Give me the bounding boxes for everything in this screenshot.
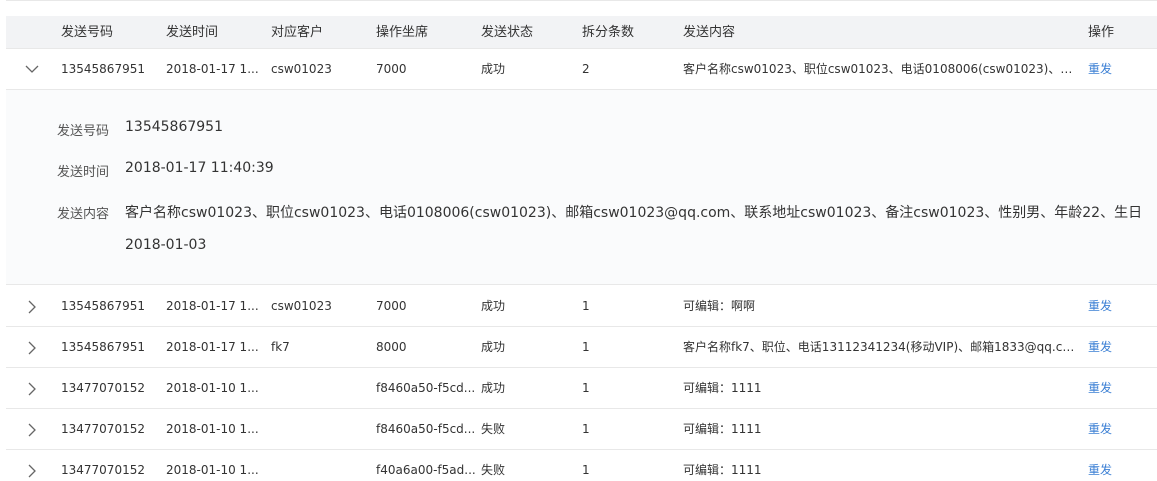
cell-agent: f8460a50-f5cd... bbox=[376, 422, 476, 436]
cell-time: 2018-01-17 1... bbox=[166, 62, 259, 76]
detail-content-line1: 客户名称csw01023、职位csw01023、电话0108006(csw010… bbox=[125, 205, 1143, 221]
cell-status: 成功 bbox=[481, 299, 506, 313]
detail-content-line2: 2018-01-03 bbox=[125, 237, 207, 253]
cell-phone: 13477070152 bbox=[61, 422, 145, 436]
detail-phone-value: 13545867951 bbox=[125, 119, 223, 135]
cell-phone: 13545867951 bbox=[61, 62, 145, 76]
sms-records-table-rest: 13545867951 2018-01-17 1... csw01023 700… bbox=[6, 286, 1157, 481]
resend-button[interactable]: 重发 bbox=[1088, 49, 1128, 90]
cell-count: 1 bbox=[582, 381, 590, 395]
resend-button[interactable]: 重发 bbox=[1088, 450, 1128, 481]
cell-content: 客户名称fk7、职位、电话13112341234(移动VIP)、邮箱1833@q… bbox=[683, 340, 1078, 354]
table-row[interactable]: 13477070152 2018-01-10 1... f40a6a00-f5a… bbox=[6, 450, 1157, 481]
cell-phone: 13545867951 bbox=[61, 299, 145, 313]
resend-button[interactable]: 重发 bbox=[1088, 368, 1128, 409]
detail-time-label: 发送时间 bbox=[57, 165, 110, 180]
col-header-customer: 对应客户 bbox=[271, 25, 324, 40]
cell-status: 失败 bbox=[481, 463, 506, 477]
cell-agent: 7000 bbox=[376, 62, 407, 76]
col-header-time: 发送时间 bbox=[166, 25, 219, 40]
table-row[interactable]: 13545867951 2018-01-17 1... csw01023 700… bbox=[6, 286, 1157, 327]
cell-agent: f40a6a00-f5ad... bbox=[376, 463, 476, 477]
chevron-down-icon[interactable] bbox=[24, 49, 40, 90]
cell-phone: 13477070152 bbox=[61, 463, 145, 477]
table-header: 发送号码 发送时间 对应客户 操作坐席 发送状态 拆分条数 发送内容 操作 bbox=[6, 16, 1157, 49]
col-header-content: 发送内容 bbox=[683, 25, 736, 40]
detail-phone-label: 发送号码 bbox=[57, 124, 110, 139]
cell-time: 2018-01-17 1... bbox=[166, 299, 259, 313]
cell-time: 2018-01-17 1... bbox=[166, 340, 259, 354]
cell-content: 可编辑：1111 bbox=[683, 463, 762, 477]
chevron-right-icon[interactable] bbox=[24, 286, 40, 327]
cell-customer: fk7 bbox=[271, 340, 290, 354]
col-header-count: 拆分条数 bbox=[582, 25, 635, 40]
cell-customer: csw01023 bbox=[271, 299, 332, 313]
cell-count: 2 bbox=[582, 62, 590, 76]
cell-count: 1 bbox=[582, 299, 590, 313]
table-row[interactable]: 13477070152 2018-01-10 1... f8460a50-f5c… bbox=[6, 368, 1157, 409]
table-row[interactable]: 13545867951 2018-01-17 1... csw01023 700… bbox=[6, 49, 1157, 90]
resend-button[interactable]: 重发 bbox=[1088, 409, 1128, 450]
col-header-status: 发送状态 bbox=[481, 25, 534, 40]
cell-count: 1 bbox=[582, 463, 590, 477]
cell-time: 2018-01-10 1... bbox=[166, 463, 259, 477]
cell-status: 成功 bbox=[481, 340, 506, 354]
cell-agent: f8460a50-f5cd... bbox=[376, 381, 476, 395]
cell-status: 失败 bbox=[481, 422, 506, 436]
table-row[interactable]: 13545867951 2018-01-17 1... fk7 8000 成功 … bbox=[6, 327, 1157, 368]
table-row[interactable]: 13477070152 2018-01-10 1... f8460a50-f5c… bbox=[6, 409, 1157, 450]
cell-phone: 13545867951 bbox=[61, 340, 145, 354]
cell-count: 1 bbox=[582, 422, 590, 436]
cell-status: 成功 bbox=[481, 381, 506, 395]
chevron-right-icon[interactable] bbox=[24, 368, 40, 409]
cell-count: 1 bbox=[582, 340, 590, 354]
col-header-phone: 发送号码 bbox=[61, 25, 114, 40]
col-header-agent: 操作坐席 bbox=[376, 25, 429, 40]
cell-content: 客户名称csw01023、职位csw01023、电话0108006(csw010… bbox=[683, 62, 1078, 76]
cell-customer: csw01023 bbox=[271, 62, 332, 76]
cell-time: 2018-01-10 1... bbox=[166, 381, 259, 395]
cell-status: 成功 bbox=[481, 62, 506, 76]
cell-content: 可编辑：1111 bbox=[683, 381, 762, 395]
chevron-right-icon[interactable] bbox=[24, 450, 40, 481]
sms-records-table: 发送号码 发送时间 对应客户 操作坐席 发送状态 拆分条数 发送内容 操作 13… bbox=[6, 16, 1157, 90]
cell-time: 2018-01-10 1... bbox=[166, 422, 259, 436]
cell-content: 可编辑：1111 bbox=[683, 422, 762, 436]
top-divider bbox=[6, 0, 1157, 3]
resend-button[interactable]: 重发 bbox=[1088, 286, 1128, 327]
resend-button[interactable]: 重发 bbox=[1088, 327, 1128, 368]
cell-content: 可编辑：啊啊 bbox=[683, 299, 756, 313]
cell-agent: 8000 bbox=[376, 340, 407, 354]
cell-phone: 13477070152 bbox=[61, 381, 145, 395]
chevron-right-icon[interactable] bbox=[24, 409, 40, 450]
detail-content-label: 发送内容 bbox=[57, 207, 110, 222]
chevron-right-icon[interactable] bbox=[24, 327, 40, 368]
cell-agent: 7000 bbox=[376, 299, 407, 313]
row-detail-panel: 发送号码 13545867951 发送时间 2018-01-17 11:40:3… bbox=[6, 90, 1157, 285]
detail-time-value: 2018-01-17 11:40:39 bbox=[125, 160, 274, 176]
col-header-action: 操作 bbox=[1088, 25, 1115, 40]
